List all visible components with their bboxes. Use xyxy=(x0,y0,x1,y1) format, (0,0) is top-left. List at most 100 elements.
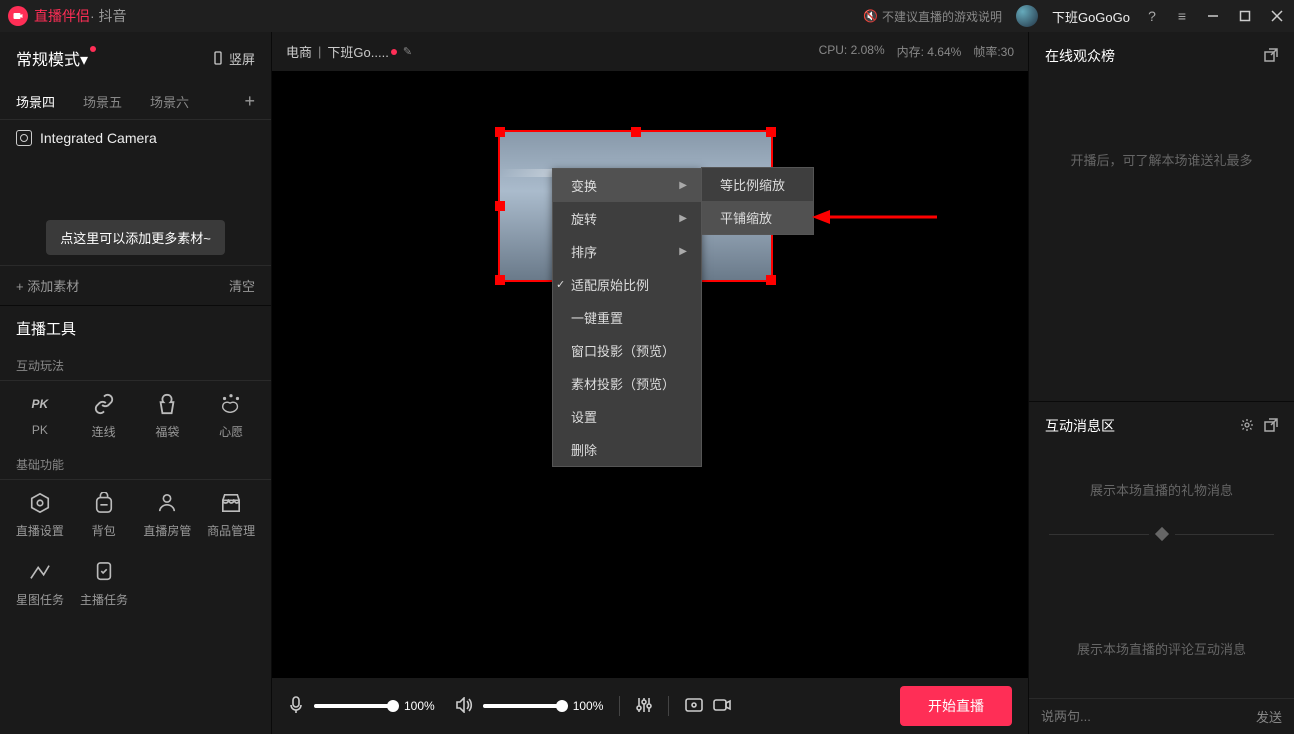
notice-link[interactable]: 🔇不建议直播的游戏说明 xyxy=(863,8,1002,25)
speaker-volume-slider[interactable] xyxy=(483,704,563,708)
submenu-proportional[interactable]: 等比例缩放 xyxy=(702,168,813,201)
add-material-hint: 点这里可以添加更多素材~ xyxy=(46,220,225,255)
mic-icon[interactable] xyxy=(288,696,304,717)
audience-placeholder: 开播后，可了解本场谁送礼最多 xyxy=(1029,80,1294,401)
bag-icon xyxy=(154,391,180,417)
stream-title: 下班Go..... xyxy=(327,42,388,61)
chat-input-field[interactable] xyxy=(1041,709,1246,724)
preview-area: 电商 | 下班Go..... ✎ CPU: 2.08% 内存: 4.64% 帧率… xyxy=(272,32,1028,734)
gift-placeholder: 展示本场直播的礼物消息 xyxy=(1029,450,1294,529)
chevron-right-icon: ▶ xyxy=(679,246,687,257)
tool-luckybag[interactable]: 福袋 xyxy=(136,391,200,440)
context-menu: 变换▶ 旋转▶ 排序▶ 适配原始比例 一键重置 窗口投影（预览） 素材投影（预览… xyxy=(552,168,702,467)
screenshot-icon[interactable] xyxy=(685,698,703,715)
tab-scene-5[interactable]: 场景五 xyxy=(83,92,122,111)
menu-order[interactable]: 排序▶ xyxy=(553,235,701,268)
resize-handle[interactable] xyxy=(766,127,776,137)
send-button[interactable]: 发送 xyxy=(1256,707,1282,726)
resize-handle[interactable] xyxy=(495,275,505,285)
right-panel: 在线观众榜 开播后，可了解本场谁送礼最多 互动消息区 展示本场直播的礼物消息 展… xyxy=(1028,32,1294,734)
tool-link[interactable]: 连线 xyxy=(72,391,136,440)
backpack-icon xyxy=(91,490,117,516)
mode-selector[interactable]: 常规模式▾ xyxy=(16,46,96,70)
menu-delete[interactable]: 删除 xyxy=(553,433,701,466)
pk-icon: PK xyxy=(27,391,53,417)
popout-icon[interactable] xyxy=(1264,418,1278,435)
cpu-stat: CPU: 2.08% xyxy=(819,43,885,60)
menu-fit-original[interactable]: 适配原始比例 xyxy=(553,268,701,301)
tool-backpack[interactable]: 背包 xyxy=(72,490,136,539)
live-dot-icon xyxy=(391,49,397,55)
record-icon[interactable] xyxy=(713,698,731,715)
tool-pk[interactable]: PKPK xyxy=(8,391,72,440)
menu-rotate[interactable]: 旋转▶ xyxy=(553,202,701,235)
orientation-toggle[interactable]: 竖屏 xyxy=(211,49,255,68)
tab-scene-4[interactable]: 场景四 xyxy=(16,92,55,111)
camera-icon xyxy=(16,130,32,146)
source-label: Integrated Camera xyxy=(40,130,157,146)
wish-icon xyxy=(218,391,244,417)
settings-icon[interactable] xyxy=(1240,418,1254,435)
tools-header: 直播工具 xyxy=(0,305,271,351)
star-task-icon xyxy=(27,559,53,585)
start-stream-button[interactable]: 开始直播 xyxy=(900,686,1012,726)
speaker-icon: 🔇 xyxy=(863,9,878,23)
performance-stats: CPU: 2.08% 内存: 4.64% 帧率:30 xyxy=(819,43,1014,60)
source-item[interactable]: Integrated Camera xyxy=(0,120,271,156)
menu-transform[interactable]: 变换▶ xyxy=(553,169,701,202)
tool-wish[interactable]: 心愿 xyxy=(199,391,263,440)
help-icon[interactable]: ? xyxy=(1144,8,1160,24)
speaker-volume-value: 100% xyxy=(573,699,604,713)
menu-reset[interactable]: 一键重置 xyxy=(553,301,701,334)
resize-handle[interactable] xyxy=(766,275,776,285)
menu-settings[interactable]: 设置 xyxy=(553,400,701,433)
audience-header: 在线观众榜 xyxy=(1045,46,1115,66)
bottom-toolbar: 100% 100% 开始直播 xyxy=(272,678,1028,734)
red-dot-icon xyxy=(90,46,96,52)
mem-stat: 内存: 4.64% xyxy=(897,43,962,60)
settings-icon xyxy=(27,490,53,516)
comment-placeholder: 展示本场直播的评论互动消息 xyxy=(1029,539,1294,698)
interactive-header: 互动玩法 xyxy=(0,351,271,381)
user-avatar[interactable] xyxy=(1016,5,1038,27)
menu-icon[interactable]: ≡ xyxy=(1174,8,1190,24)
submenu: 等比例缩放 平铺缩放 xyxy=(701,167,814,235)
resize-handle[interactable] xyxy=(495,127,505,137)
mic-volume-value: 100% xyxy=(404,699,435,713)
tab-scene-6[interactable]: 场景六 xyxy=(150,92,189,111)
resize-handle[interactable] xyxy=(631,127,641,137)
minimize-button[interactable] xyxy=(1204,7,1222,25)
tool-room-admin[interactable]: 直播房管 xyxy=(136,490,200,539)
divider xyxy=(1029,529,1294,539)
tool-star-task[interactable]: 星图任务 xyxy=(8,559,72,608)
titlebar: 直播伴侣 · 抖音 🔇不建议直播的游戏说明 下班GoGoGo ? ≡ xyxy=(0,0,1294,32)
annotation-arrow xyxy=(812,202,942,232)
add-scene-button[interactable]: + xyxy=(244,91,255,112)
app-logo xyxy=(8,6,28,26)
clear-button[interactable]: 清空 xyxy=(229,276,255,295)
popout-icon[interactable] xyxy=(1264,48,1278,65)
chevron-right-icon: ▶ xyxy=(679,213,687,224)
submenu-tile[interactable]: 平铺缩放 xyxy=(702,201,813,234)
tool-anchor-task[interactable]: 主播任务 xyxy=(72,559,136,608)
canvas[interactable]: 变换▶ 旋转▶ 排序▶ 适配原始比例 一键重置 窗口投影（预览） 素材投影（预览… xyxy=(272,72,1028,678)
menu-window-project[interactable]: 窗口投影（预览） xyxy=(553,334,701,367)
app-subtitle: · 抖音 xyxy=(90,6,127,26)
close-button[interactable] xyxy=(1268,7,1286,25)
admin-icon xyxy=(154,490,180,516)
tool-goods[interactable]: 商品管理 xyxy=(199,490,263,539)
speaker-icon[interactable] xyxy=(455,697,473,716)
anchor-task-icon xyxy=(91,559,117,585)
add-material-button[interactable]: + 添加素材 xyxy=(16,276,79,295)
maximize-button[interactable] xyxy=(1236,7,1254,25)
menu-source-project[interactable]: 素材投影（预览） xyxy=(553,367,701,400)
mic-volume-slider[interactable] xyxy=(314,704,394,708)
resize-handle[interactable] xyxy=(495,201,505,211)
mixer-icon[interactable] xyxy=(636,697,652,716)
app-name: 直播伴侣 xyxy=(34,6,90,26)
stream-category[interactable]: 电商 xyxy=(286,42,312,61)
scene-tabs: 场景四 场景五 场景六 + xyxy=(0,84,271,120)
tool-live-settings[interactable]: 直播设置 xyxy=(8,490,72,539)
edit-icon[interactable]: ✎ xyxy=(403,45,412,58)
chevron-right-icon: ▶ xyxy=(679,180,687,191)
